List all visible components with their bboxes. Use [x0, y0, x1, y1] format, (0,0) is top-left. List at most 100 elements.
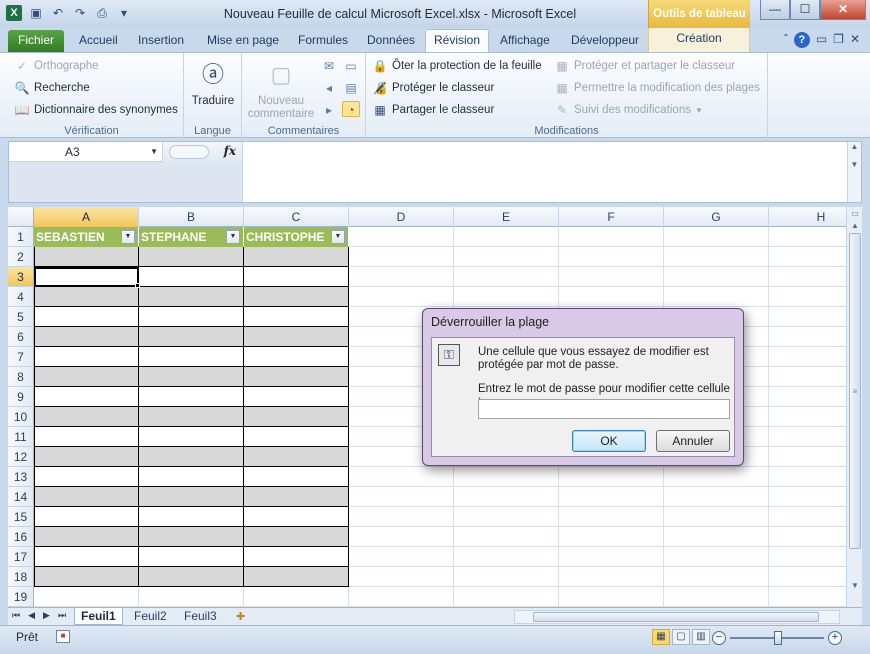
- first-sheet-icon[interactable]: ⏮: [12, 610, 20, 621]
- column-header-e[interactable]: E: [454, 207, 559, 227]
- table-cell[interactable]: [244, 487, 349, 507]
- protect-share-button[interactable]: ▦ Protéger et partager le classeur: [554, 58, 735, 74]
- zoom-slider[interactable]: − +: [712, 631, 842, 645]
- table-cell[interactable]: [139, 447, 244, 467]
- tab-home[interactable]: Accueil: [79, 30, 118, 52]
- zoom-in-icon[interactable]: +: [828, 631, 842, 645]
- close-workbook-icon[interactable]: ✕: [850, 32, 860, 48]
- tab-design[interactable]: Création: [648, 28, 750, 52]
- table-cell[interactable]: [139, 267, 244, 287]
- row-header-19[interactable]: 19: [8, 587, 34, 607]
- column-header-c[interactable]: C: [244, 207, 349, 227]
- filter-dropdown-icon[interactable]: ▼: [226, 230, 240, 244]
- show-hide-comment-icon[interactable]: ◔: [342, 101, 360, 117]
- table-cell[interactable]: [244, 507, 349, 527]
- table-cell[interactable]: [34, 447, 139, 467]
- minimize-ribbon-icon[interactable]: ˆ: [784, 32, 788, 48]
- sheet-tab-feuil3[interactable]: Feuil3: [178, 608, 223, 625]
- tab-review[interactable]: Révision: [425, 29, 490, 53]
- row-header-8[interactable]: 8: [8, 367, 34, 387]
- table-cell[interactable]: [139, 487, 244, 507]
- translate-button[interactable]: ⓐ Traduire: [188, 59, 238, 107]
- row-header-14[interactable]: 14: [8, 487, 34, 507]
- cancel-button[interactable]: Annuler: [656, 430, 730, 452]
- tab-developer[interactable]: Développeur: [571, 30, 639, 52]
- row-header-9[interactable]: 9: [8, 387, 34, 407]
- table-cell[interactable]: [139, 387, 244, 407]
- spelling-button[interactable]: ✓ Orthographe: [14, 58, 99, 74]
- formula-bar-splitter[interactable]: [169, 145, 209, 159]
- scroll-up-icon[interactable]: ▲: [847, 219, 863, 233]
- name-box[interactable]: A3 ▼: [9, 142, 163, 162]
- table-cell[interactable]: [34, 527, 139, 547]
- table-cell[interactable]: [139, 287, 244, 307]
- protect-workbook-button[interactable]: 🔏 Protéger le classeur: [372, 80, 495, 96]
- column-header-g[interactable]: G: [664, 207, 769, 227]
- new-comment-button[interactable]: ▢ Nouveau commentaire: [246, 59, 316, 121]
- vertical-scroll-thumb[interactable]: ≡: [849, 233, 861, 549]
- filter-dropdown-icon[interactable]: ▼: [331, 230, 345, 244]
- row-header-17[interactable]: 17: [8, 547, 34, 567]
- ok-button[interactable]: OK: [572, 430, 646, 452]
- table-cell[interactable]: [244, 287, 349, 307]
- table-cell[interactable]: [139, 507, 244, 527]
- show-ink-icon[interactable]: ▭: [342, 58, 360, 74]
- table-cell[interactable]: [244, 247, 349, 267]
- table-cell[interactable]: [34, 387, 139, 407]
- vertical-scrollbar[interactable]: ▭ ▲ ≡ ▼: [846, 207, 862, 607]
- active-cell-a3[interactable]: [34, 267, 139, 287]
- table-cell[interactable]: [139, 467, 244, 487]
- column-header-a[interactable]: A: [34, 207, 139, 227]
- table-cell[interactable]: [139, 407, 244, 427]
- row-header-4[interactable]: 4: [8, 287, 34, 307]
- column-header-d[interactable]: D: [349, 207, 454, 227]
- column-header-b[interactable]: B: [139, 207, 244, 227]
- tab-formulas[interactable]: Formules: [298, 30, 348, 52]
- row-header-6[interactable]: 6: [8, 327, 34, 347]
- column-header-h[interactable]: H: [769, 207, 846, 227]
- sheet-tab-feuil1[interactable]: Feuil1: [74, 608, 123, 625]
- research-button[interactable]: 🔍 Recherche: [14, 80, 90, 96]
- table-cell[interactable]: [139, 427, 244, 447]
- macro-record-icon[interactable]: ■: [56, 630, 70, 643]
- password-input[interactable]: [478, 399, 730, 419]
- table-cell[interactable]: [244, 347, 349, 367]
- table-cell[interactable]: [244, 567, 349, 587]
- table-cell[interactable]: [244, 467, 349, 487]
- page-layout-view-icon[interactable]: ▢: [672, 629, 690, 645]
- restore-workbook-icon[interactable]: ▭: [816, 32, 827, 48]
- insert-sheet-icon[interactable]: ✚: [236, 610, 245, 623]
- table-header-cell[interactable]: SEBASTIEN ▼: [34, 227, 139, 247]
- table-cell[interactable]: [34, 427, 139, 447]
- track-changes-button[interactable]: ✎ Suivi des modifications ▼: [554, 102, 703, 118]
- table-cell[interactable]: [244, 527, 349, 547]
- table-cell[interactable]: [34, 347, 139, 367]
- row-header-18[interactable]: 18: [8, 567, 34, 587]
- minimize-button[interactable]: —: [760, 0, 790, 20]
- page-break-view-icon[interactable]: ▥: [692, 629, 710, 645]
- maximize-button[interactable]: ☐: [790, 0, 820, 20]
- table-cell[interactable]: [34, 287, 139, 307]
- table-cell[interactable]: [34, 547, 139, 567]
- table-cell[interactable]: [244, 267, 349, 287]
- next-sheet-icon[interactable]: ▶: [43, 610, 50, 621]
- fill-handle[interactable]: [135, 283, 140, 288]
- table-cell[interactable]: [34, 307, 139, 327]
- scroll-down-icon[interactable]: ▼: [847, 579, 863, 593]
- table-cell[interactable]: [244, 447, 349, 467]
- table-cell[interactable]: [244, 307, 349, 327]
- sheet-tab-feuil2[interactable]: Feuil2: [128, 608, 173, 625]
- help-icon[interactable]: ?: [793, 32, 810, 48]
- share-workbook-button[interactable]: ▦ Partager le classeur: [372, 102, 494, 118]
- table-cell[interactable]: [244, 367, 349, 387]
- row-header-7[interactable]: 7: [8, 347, 34, 367]
- insert-function-button[interactable]: fx: [224, 144, 236, 158]
- table-cell[interactable]: [34, 407, 139, 427]
- table-cell[interactable]: [139, 567, 244, 587]
- table-cell[interactable]: [244, 427, 349, 447]
- row-header-1[interactable]: 1: [8, 227, 34, 247]
- table-cell[interactable]: [139, 327, 244, 347]
- row-header-10[interactable]: 10: [8, 407, 34, 427]
- close-button[interactable]: ✕: [820, 0, 866, 20]
- row-header-15[interactable]: 15: [8, 507, 34, 527]
